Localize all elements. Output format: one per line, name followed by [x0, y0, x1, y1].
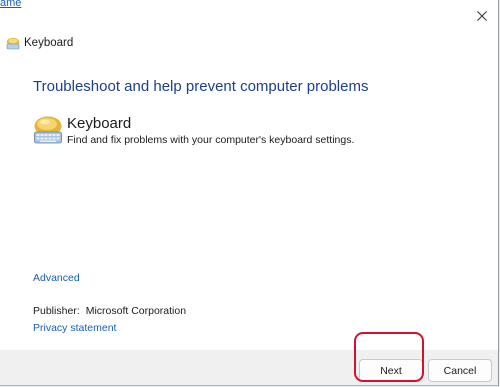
next-button[interactable]: Next: [359, 359, 423, 382]
cancel-button[interactable]: Cancel: [428, 359, 492, 382]
window-title-bar: Keyboard: [6, 34, 73, 52]
publisher-value: Microsoft Corporation: [85, 305, 187, 317]
task-description: Find and fix problems with your computer…: [67, 134, 355, 146]
publisher-info: Publisher: Microsoft Corporation: [33, 305, 186, 317]
window-title: Keyboard: [24, 37, 74, 49]
privacy-statement-link[interactable]: Privacy statement: [33, 322, 116, 334]
keyboard-icon: [6, 37, 20, 49]
background-link-fragment[interactable]: ame: [0, 0, 21, 9]
close-button[interactable]: [468, 4, 496, 28]
keyboard-icon: [34, 116, 62, 144]
close-icon: [477, 11, 487, 21]
publisher-label: Publisher:: [33, 305, 80, 317]
button-footer: Next Cancel: [0, 350, 498, 385]
task-title[interactable]: Keyboard: [67, 115, 131, 132]
advanced-link[interactable]: Advanced: [33, 272, 80, 284]
troubleshooter-window: Keyboard Troubleshoot and help prevent c…: [0, 0, 499, 386]
page-heading: Troubleshoot and help prevent computer p…: [33, 78, 369, 95]
